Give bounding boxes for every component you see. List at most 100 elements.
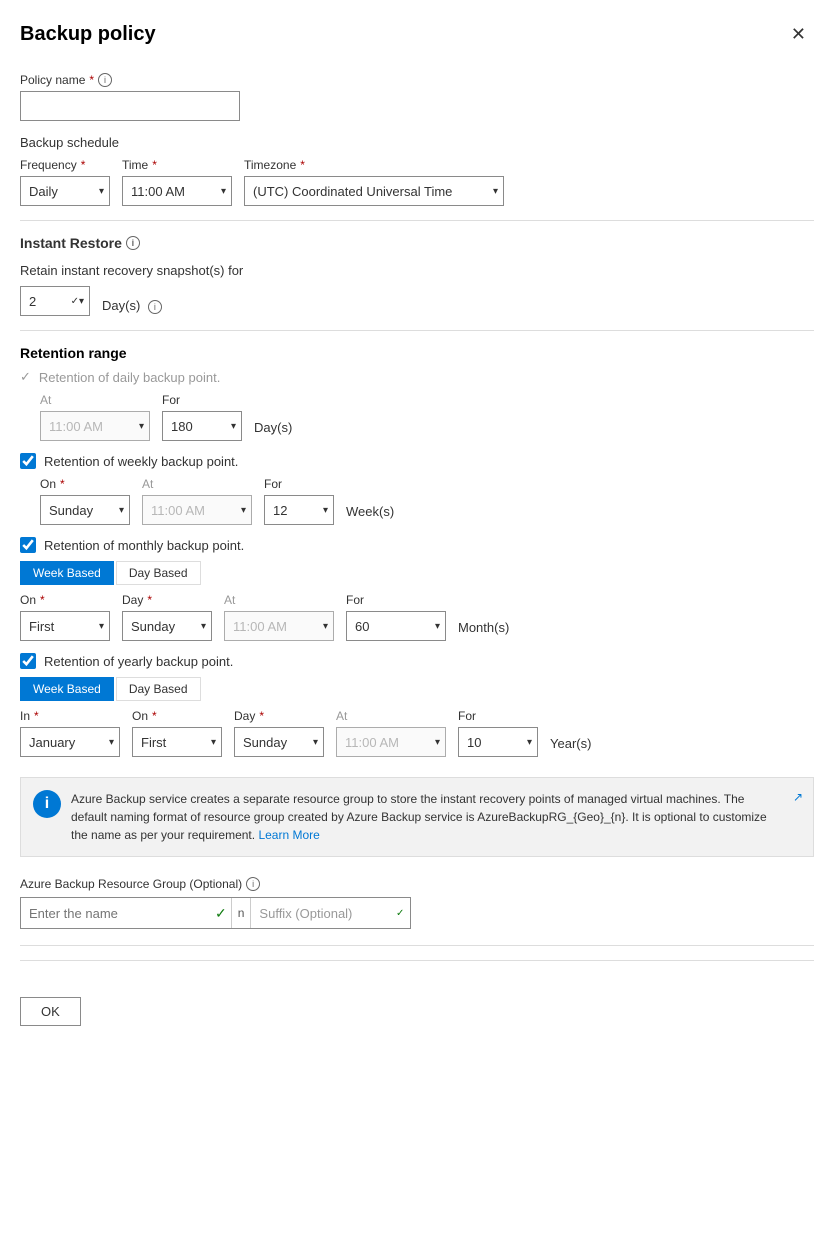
- time-select[interactable]: 11:00 AM: [122, 176, 232, 206]
- daily-at-select[interactable]: 11:00 AM: [40, 411, 150, 441]
- info-box: i Azure Backup service creates a separat…: [20, 777, 814, 857]
- yearly-for-select[interactable]: 10: [458, 727, 538, 757]
- timezone-field: Timezone * (UTC) Coordinated Universal T…: [244, 158, 504, 206]
- instant-restore-info-icon[interactable]: i: [126, 236, 140, 250]
- yearly-at-select-wrap: 11:00 AM ▾: [336, 727, 446, 757]
- yearly-at-select[interactable]: 11:00 AM: [336, 727, 446, 757]
- policy-name-info-icon[interactable]: i: [98, 73, 112, 87]
- monthly-at-select[interactable]: 11:00 AM: [224, 611, 334, 641]
- suffix-select[interactable]: Suffix (Optional): [250, 898, 410, 928]
- monthly-at-select-wrap: 11:00 AM ▾: [224, 611, 334, 641]
- monthly-for-select-wrap: 60 ▾: [346, 611, 446, 641]
- time-label: Time *: [122, 158, 232, 172]
- monthly-at-field: At 11:00 AM ▾: [224, 593, 334, 641]
- weekly-on-label: On *: [40, 477, 130, 491]
- yearly-at-label: At: [336, 709, 446, 723]
- time-field: Time * 11:00 AM ▾: [122, 158, 232, 206]
- yearly-for-label: For: [458, 709, 538, 723]
- yearly-day-label: Day *: [234, 709, 324, 723]
- instant-restore-row: 21345 ✓▾ Day(s) i: [20, 286, 814, 316]
- resource-input-check-icon: ✓: [211, 898, 231, 928]
- yearly-for-field: For 10 ▾: [458, 709, 538, 757]
- external-link-icon[interactable]: ↗: [793, 788, 803, 806]
- days-info-icon[interactable]: i: [148, 300, 162, 314]
- monthly-on-field: On * FirstSecondThirdFourthLast ▾: [20, 593, 110, 641]
- yearly-day-select[interactable]: SundayMonday: [234, 727, 324, 757]
- yearly-day-based-tab[interactable]: Day Based: [116, 677, 201, 701]
- monthly-day-select[interactable]: SundayMonday: [122, 611, 212, 641]
- instant-restore-heading: Instant Restore i: [20, 235, 814, 251]
- resource-group-section: Azure Backup Resource Group (Optional) i…: [20, 877, 814, 929]
- weekly-checkbox[interactable]: [20, 453, 36, 469]
- close-button[interactable]: ✕: [783, 20, 814, 49]
- yearly-in-select[interactable]: JanuaryFebruaryMarch: [20, 727, 120, 757]
- monthly-for-select[interactable]: 60: [346, 611, 446, 641]
- monthly-for-field: For 60 ▾: [346, 593, 446, 641]
- weekly-at-select[interactable]: 11:00 AM: [142, 495, 252, 525]
- yearly-retention-block: Retention of yearly backup point. Week B…: [20, 653, 814, 757]
- monthly-retention-row: On * FirstSecondThirdFourthLast ▾ Day *: [20, 593, 814, 641]
- weekly-on-select[interactable]: SundayMondayTuesday: [40, 495, 130, 525]
- yearly-on-select[interactable]: FirstSecondThird: [132, 727, 222, 757]
- info-box-text: Azure Backup service creates a separate …: [71, 792, 767, 842]
- weekly-retention-label: Retention of weekly backup point.: [44, 454, 238, 469]
- yearly-checkbox[interactable]: [20, 653, 36, 669]
- weekly-at-select-wrap: 11:00 AM ▾: [142, 495, 252, 525]
- monthly-checkbox[interactable]: [20, 537, 36, 553]
- monthly-retention-block: Retention of monthly backup point. Week …: [20, 537, 814, 641]
- panel-header: Backup policy ✕: [20, 20, 814, 49]
- yearly-day-select-wrap: SundayMonday ▾: [234, 727, 324, 757]
- weekly-for-select[interactable]: 12: [264, 495, 334, 525]
- timezone-select-wrap: (UTC) Coordinated Universal Time ▾: [244, 176, 504, 206]
- learn-more-link[interactable]: Learn More: [258, 828, 319, 842]
- weekly-for-label: For: [264, 477, 334, 491]
- monthly-unit-label: Month(s): [458, 620, 509, 641]
- policy-name-field: Policy name * i: [20, 73, 814, 121]
- info-box-icon: i: [33, 790, 61, 818]
- weekly-for-select-wrap: 12 ▾: [264, 495, 334, 525]
- weekly-at-label: At: [142, 477, 252, 491]
- retention-range-section: Retention range ✓ Retention of daily bac…: [20, 345, 814, 757]
- yearly-at-field: At 11:00 AM ▾: [336, 709, 446, 757]
- yearly-retention-label: Retention of yearly backup point.: [44, 654, 233, 669]
- yearly-for-select-wrap: 10 ▾: [458, 727, 538, 757]
- monthly-day-label: Day *: [122, 593, 212, 607]
- monthly-for-label: For: [346, 593, 446, 607]
- ok-button[interactable]: OK: [20, 997, 81, 1026]
- weekly-retention-row: On * SundayMondayTuesday ▾ At 11:00 A: [40, 477, 814, 525]
- yearly-retention-row: In * JanuaryFebruaryMarch ▾ On *: [20, 709, 814, 757]
- weekly-for-field: For 12 ▾: [264, 477, 334, 525]
- daily-retention-label: Retention of daily backup point.: [39, 370, 220, 385]
- resource-group-row: ✓ n Suffix (Optional) ✓: [20, 897, 814, 929]
- monthly-day-based-tab[interactable]: Day Based: [116, 561, 201, 585]
- yearly-on-field: On * FirstSecondThird ▾: [132, 709, 222, 757]
- daily-for-label: For: [162, 393, 242, 407]
- timezone-label: Timezone *: [244, 158, 504, 172]
- daily-for-select[interactable]: 180: [162, 411, 242, 441]
- policy-name-input[interactable]: [20, 91, 240, 121]
- timezone-select[interactable]: (UTC) Coordinated Universal Time: [244, 176, 504, 206]
- monthly-on-select[interactable]: FirstSecondThirdFourthLast: [20, 611, 110, 641]
- resource-input-container: ✓ n Suffix (Optional) ✓: [20, 897, 411, 929]
- days-select-wrap: 21345 ✓▾: [20, 286, 90, 316]
- resource-group-input[interactable]: [21, 898, 211, 928]
- weekly-checkbox-row: Retention of weekly backup point.: [20, 453, 814, 469]
- monthly-week-based-tab[interactable]: Week Based: [20, 561, 114, 585]
- frequency-select[interactable]: Daily Weekly: [20, 176, 110, 206]
- yearly-on-select-wrap: FirstSecondThird ▾: [132, 727, 222, 757]
- monthly-at-label: At: [224, 593, 334, 607]
- frequency-select-wrap: Daily Weekly ▾: [20, 176, 110, 206]
- instant-restore-section: Instant Restore i Retain instant recover…: [20, 235, 814, 316]
- daily-at-select-wrap: 11:00 AM ▾: [40, 411, 150, 441]
- snapshot-days-select[interactable]: 21345: [20, 286, 90, 316]
- yearly-unit-label: Year(s): [550, 736, 591, 757]
- yearly-checkbox-row: Retention of yearly backup point.: [20, 653, 814, 669]
- monthly-day-select-wrap: SundayMonday ▾: [122, 611, 212, 641]
- monthly-checkbox-row: Retention of monthly backup point.: [20, 537, 814, 553]
- monthly-on-label: On *: [20, 593, 110, 607]
- panel-title: Backup policy: [20, 23, 156, 46]
- yearly-week-based-tab[interactable]: Week Based: [20, 677, 114, 701]
- daily-retention-row: At 11:00 AM ▾ For 180 ▾: [40, 393, 814, 441]
- backup-schedule-section: Backup schedule Frequency * Daily Weekly…: [20, 135, 814, 206]
- resource-group-info-icon[interactable]: i: [246, 877, 260, 891]
